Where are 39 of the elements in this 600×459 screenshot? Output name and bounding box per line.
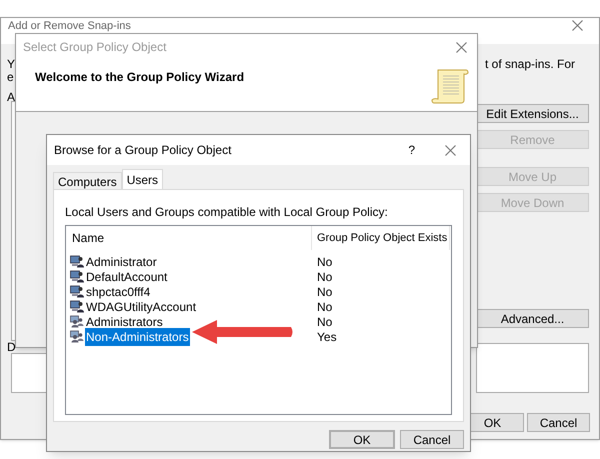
user-computer-icon [70,300,84,313]
user-group-icon [70,315,84,328]
gpo-exists-cell-text: No [316,298,332,316]
user-name[interactable]: WDAGUtilityAccount [85,298,198,316]
dialog-button[interactable]: Edit Extensions... [476,104,589,123]
close-icon[interactable] [572,20,583,31]
user-name[interactable]: Administrators [85,312,164,330]
intro-text: t of snap-ins. For [485,56,576,73]
user-group-icon [70,330,84,343]
dialog-button[interactable]: Advanced... [476,309,589,328]
column-header[interactable]: Group Policy Object Exists [312,226,450,250]
close-icon[interactable] [445,144,456,156]
gpo-exists-cell-text: No [316,284,332,300]
gpo-exists-cell-text: Yes [316,328,337,346]
tab[interactable]: Computers [53,172,122,189]
close-icon[interactable] [456,42,467,52]
wizard-heading: Welcome to the Group Policy Wizard [35,69,244,86]
user-computer-icon [70,255,84,268]
user-name[interactable]: Administrator [85,252,158,270]
window-title: Select Group Policy Object [23,39,166,56]
user-name[interactable]: Non-Administrators [85,328,190,346]
gpo-exists-cell-text: No [316,254,332,270]
user-computer-icon [70,285,84,298]
window-title: Add or Remove Snap-ins [8,20,131,32]
list-caption: Local Users and Groups compatible with Local Group Policy: [65,204,389,221]
user-name[interactable]: DefaultAccount [85,268,168,286]
gpo-exists-cell-text: No [316,268,332,286]
cancel-button[interactable]: Cancel [400,430,464,449]
help-button[interactable]: ? [408,141,415,159]
list-label: A [7,89,16,106]
cancel-button[interactable]: Cancel [527,413,590,432]
gpo-exists-cell-text: No [316,314,332,330]
ok-button[interactable]: OK [329,430,395,449]
tab[interactable]: Users [122,169,164,189]
user-computer-icon [70,270,84,283]
description-label: D [7,339,16,356]
column-header[interactable]: Name [66,226,312,250]
user-name[interactable]: shpctac0fff4 [85,282,152,300]
dialog-title: Browse for a Group Policy Object [54,142,232,159]
